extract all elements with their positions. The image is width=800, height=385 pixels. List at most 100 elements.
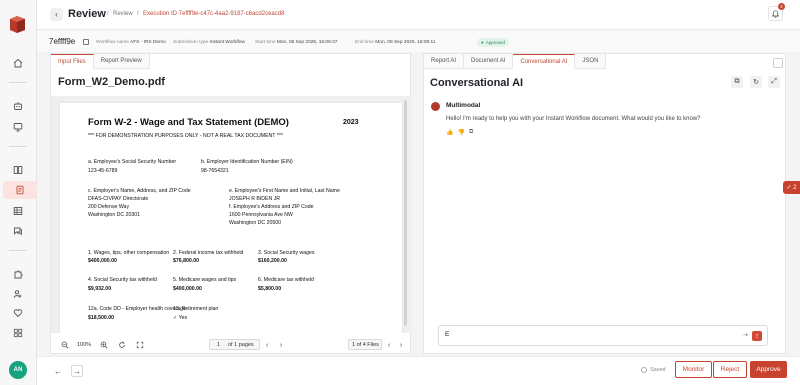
refresh-icon[interactable]: ↻ xyxy=(750,76,762,88)
pdf-viewer[interactable]: Form W-2 - Wage and Tax Statement (DEMO)… xyxy=(51,96,412,333)
tab-json[interactable]: JSON xyxy=(575,54,607,69)
field-value-c-line2: 200 Defense Way xyxy=(88,204,130,210)
assistant-message: Hello! I'm ready to help you with your I… xyxy=(446,116,701,122)
heart-icon[interactable] xyxy=(10,306,26,320)
file-counter: 1 of 4 Files xyxy=(352,342,379,348)
start-time: Start time Mon, 08 Sep 2025, 16:06:47 xyxy=(255,40,338,45)
box12-label: 12a. Code DD - Employer health coverage xyxy=(88,306,186,312)
prev-file-icon[interactable]: ‹ xyxy=(384,340,394,350)
status-badge: ● Approved xyxy=(477,38,509,47)
page-current-input[interactable]: 1 xyxy=(217,342,220,348)
bell-icon xyxy=(771,10,780,18)
box3-value: $160,200.00 xyxy=(258,258,287,264)
left-nav-rail: AN xyxy=(0,0,37,385)
bot-icon[interactable] xyxy=(10,99,26,113)
expand-icon[interactable] xyxy=(135,340,145,350)
prev-page-icon[interactable]: ‹ xyxy=(262,340,272,350)
thumbs-down-icon[interactable]: 👎 xyxy=(457,129,464,136)
apps-grid-icon[interactable] xyxy=(10,326,26,340)
page-header: ‹ Review / Review / Execution ID 7effff9… xyxy=(37,0,800,30)
box5-value: $400,000.00 xyxy=(173,286,202,292)
pdf-page: Form W-2 - Wage and Tax Statement (DEMO)… xyxy=(60,103,402,333)
execution-info-bar: 7effff9e Workflow name AFS - IRS Demo Su… xyxy=(37,31,800,52)
breadcrumb-review[interactable]: Review xyxy=(113,11,133,17)
rail-divider xyxy=(9,82,27,83)
copy-conversation-icon[interactable]: ⧉ xyxy=(731,76,743,88)
tab-report-ai[interactable]: Report AI xyxy=(424,54,465,69)
monitor-button[interactable]: Monitor xyxy=(675,361,712,378)
submission-type: Submission type Instant Workflow xyxy=(173,40,245,45)
field-label-a: a. Employee's Social Security Number xyxy=(88,159,177,165)
columns-icon[interactable] xyxy=(10,163,26,177)
assistant-avatar xyxy=(431,102,440,111)
zoom-in-icon[interactable] xyxy=(99,340,109,350)
monitor-icon[interactable] xyxy=(10,120,26,134)
field-value-f-line1: 1600 Pennsylvania Ave NW xyxy=(229,212,293,218)
field-value-f-line2: Washington DC 20500 xyxy=(229,220,282,226)
viewer-toolbar: 100% 1 of 1 pages ‹ › 1 of 4 Files ‹ › xyxy=(51,336,412,354)
approve-button[interactable]: Approve xyxy=(750,361,787,378)
issues-side-tab[interactable]: ✓ 2 xyxy=(783,181,800,194)
saved-status-icon xyxy=(641,367,647,373)
zoom-out-icon[interactable] xyxy=(60,340,70,350)
field-value-b: 98-7654321 xyxy=(201,168,229,174)
form-year: 2023 xyxy=(343,119,359,126)
saved-status: Saved xyxy=(650,367,666,373)
app-logo[interactable] xyxy=(7,14,28,35)
viewer-scrollbar[interactable] xyxy=(404,100,407,326)
thumbs-up-icon[interactable]: 👍 xyxy=(446,129,453,136)
puzzle-icon[interactable] xyxy=(10,267,26,281)
box2-value: $76,800.00 xyxy=(173,258,199,264)
field-label-c: c. Employer's Name, Address, and ZIP Cod… xyxy=(88,188,191,194)
expand-panel-icon[interactable]: ⤢ xyxy=(768,76,780,88)
user-avatar[interactable]: AN xyxy=(9,361,27,379)
reject-button[interactable]: Reject xyxy=(713,361,747,378)
breadcrumb-execution-id: Execution ID 7effff9e-c47c-4aa2-9187-c6a… xyxy=(143,11,285,17)
tab-document-ai[interactable]: Document AI xyxy=(464,54,514,69)
breadcrumb-separator: / xyxy=(137,11,139,17)
tab-report-preview[interactable]: Report Preview xyxy=(93,54,150,69)
zoom-level: 100% xyxy=(77,342,92,348)
copy-message-icon[interactable]: ⧉ xyxy=(469,129,473,136)
next-item-icon[interactable]: → xyxy=(71,365,83,377)
box6-value: $5,800.00 xyxy=(258,286,282,292)
field-value-a: 123-45-6789 xyxy=(88,168,118,174)
chat-input[interactable] xyxy=(445,331,725,338)
users-icon[interactable] xyxy=(10,287,26,301)
box2-label: 2. Federal income tax withheld xyxy=(173,250,244,256)
box4-label: 4. Social Security tax withheld xyxy=(88,277,157,283)
message-actions: 👍 👎 ⧉ xyxy=(446,129,473,136)
form-heading: Form W-2 - Wage and Tax Statement (DEMO) xyxy=(88,117,289,128)
form-disclaimer: *** FOR DEMONSTRATION PURPOSES ONLY - NO… xyxy=(88,133,283,139)
back-button[interactable]: ‹ xyxy=(50,8,63,21)
field-label-f: f. Employee's Address and ZIP Code xyxy=(229,204,314,210)
box3-label: 3. Social Security wages xyxy=(258,250,315,256)
field-value-c-line1: DFAS-CIVPAY Directorate xyxy=(88,196,149,202)
next-page-icon[interactable]: › xyxy=(276,340,286,350)
home-icon[interactable] xyxy=(10,56,26,70)
send-button[interactable]: ↑ xyxy=(752,331,762,341)
box13-value: ✓ Yes xyxy=(173,315,188,321)
copy-icon[interactable] xyxy=(83,39,89,45)
page-total: of 1 pages xyxy=(228,342,254,348)
rotate-icon[interactable] xyxy=(117,340,127,350)
field-value-e: JOSEPH R BIDEN JR xyxy=(229,196,281,202)
rail-divider xyxy=(9,146,27,147)
next-file-icon[interactable]: › xyxy=(396,340,406,350)
review-icon[interactable] xyxy=(3,181,37,199)
box12-value: $18,500.00 xyxy=(88,315,114,321)
panel-layout-icon[interactable] xyxy=(773,58,783,68)
prev-item-icon[interactable]: ← xyxy=(52,365,64,377)
action-footer: ← → Saved Monitor Reject Approve xyxy=(37,356,800,385)
tab-conversational-ai[interactable]: Conversational AI xyxy=(513,54,576,69)
table-icon[interactable] xyxy=(10,204,26,218)
notification-count-badge: 2 xyxy=(778,3,785,10)
attach-icon[interactable]: ⇢ xyxy=(742,331,748,339)
chat-icon[interactable] xyxy=(10,224,26,238)
box5-label: 5. Medicare wages and tips xyxy=(173,277,237,283)
field-label-e: e. Employee's First Name and Initial, La… xyxy=(229,188,340,194)
box13-label: 13. Retirement plan xyxy=(173,306,219,312)
field-value-c-line3: Washington DC 20301 xyxy=(88,212,141,218)
tab-input-files[interactable]: Input Files xyxy=(51,54,94,69)
box1-label: 1. Wages, tips, other compensation xyxy=(88,250,170,256)
